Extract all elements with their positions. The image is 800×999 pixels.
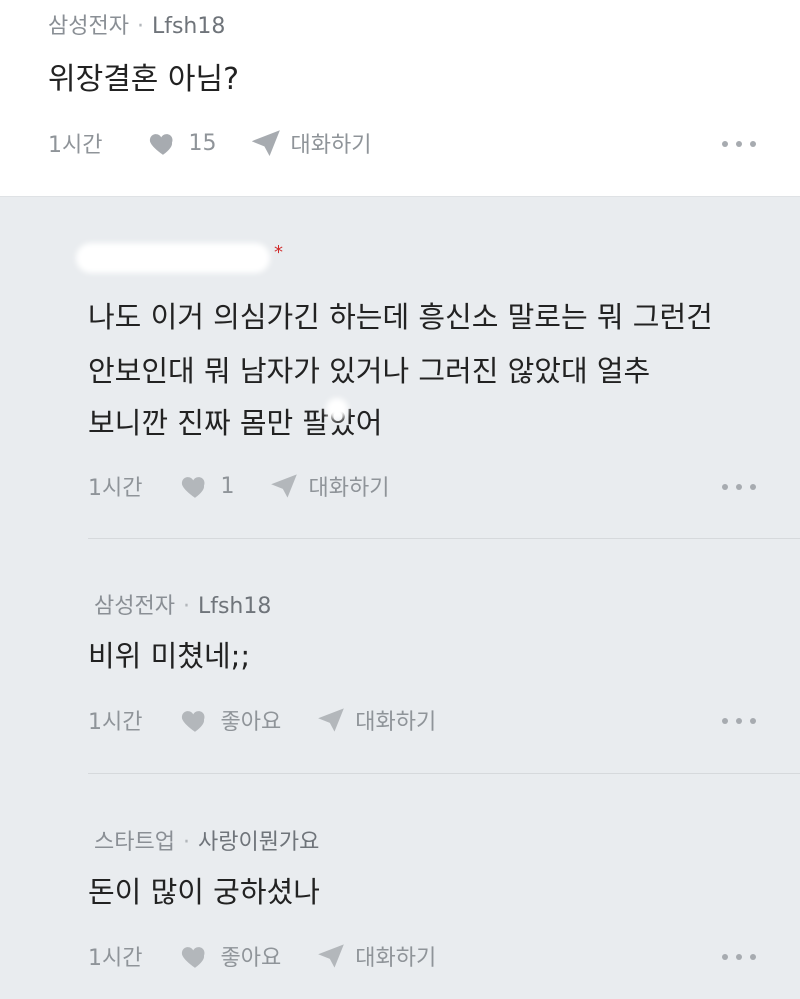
- more-dots-icon[interactable]: [722, 140, 756, 148]
- author-company: 삼성전자: [48, 14, 129, 39]
- comment-text: 위장결혼 아님?: [48, 62, 240, 97]
- reply-button[interactable]: 대화하기: [252, 127, 371, 159]
- reply-actions: 1시간 좋아요 대화하기: [88, 939, 472, 973]
- like-count: 15: [188, 130, 217, 156]
- like-count: 1: [220, 473, 235, 499]
- reply-time: 1시간: [88, 476, 143, 501]
- reply-label: 대화하기: [355, 946, 437, 971]
- reply-time: 1시간: [88, 710, 143, 735]
- reply-text-line: 나도 이거 의심가긴 하는데 흥신소 말로는 뭐 그런건: [88, 300, 713, 334]
- heart-icon: [150, 134, 173, 155]
- reply-text: 돈이 많이 궁하셨나: [88, 875, 320, 909]
- paper-plane-icon: [318, 708, 345, 732]
- separator-dot: ·: [136, 14, 144, 39]
- paper-plane-icon: [318, 944, 345, 968]
- reply-time: 1시간: [88, 946, 143, 971]
- comment-author[interactable]: 삼성전자 · Lfsh18: [48, 8, 225, 40]
- heart-icon: [182, 947, 205, 968]
- reply-actions: 1시간 1 대화하기: [88, 469, 425, 503]
- reply-label: 대화하기: [308, 476, 390, 501]
- reply-button[interactable]: 대화하기: [270, 470, 389, 502]
- like-button[interactable]: 15: [148, 130, 216, 156]
- author-company: 삼성전자: [94, 594, 175, 619]
- like-button[interactable]: 좋아요: [180, 704, 281, 736]
- reply-label: 대화하기: [355, 710, 437, 735]
- author-nickname: Lfsh18: [151, 14, 226, 39]
- reply-button[interactable]: 대화하기: [317, 940, 436, 972]
- reply-button[interactable]: 대화하기: [317, 704, 436, 736]
- more-dots-icon[interactable]: [722, 483, 756, 491]
- reply-label: 대화하기: [290, 133, 372, 158]
- divider: [88, 538, 800, 539]
- heart-icon: [182, 477, 205, 498]
- more-dots-icon[interactable]: [722, 717, 756, 725]
- paper-plane-icon: [271, 474, 298, 498]
- author-nickname: 사랑이뭔가요: [197, 830, 320, 855]
- like-label: 좋아요: [220, 946, 282, 971]
- author-company: 스타트업: [94, 830, 175, 855]
- like-button[interactable]: 좋아요: [180, 940, 281, 972]
- like-label: 좋아요: [220, 710, 282, 735]
- author-badge-icon: *: [274, 242, 283, 263]
- reply-text-line: 안보인대 뭐 남자가 있거나 그러진 않았대 얼추: [88, 354, 651, 388]
- reply-text: 비위 미쳤네;;: [88, 639, 251, 673]
- comment-actions: 1시간 15 대화하기: [48, 126, 407, 160]
- author-nickname: Lfsh18: [197, 594, 272, 619]
- comment-time: 1시간: [48, 133, 103, 158]
- separator-dot: ·: [182, 830, 190, 855]
- paper-plane-icon: [252, 130, 281, 156]
- reply-author[interactable]: 스타트업 · 사랑이뭔가요: [94, 824, 319, 856]
- like-button[interactable]: 1: [180, 473, 234, 499]
- reply-actions: 1시간 좋아요 대화하기: [88, 703, 472, 737]
- separator-dot: ·: [182, 594, 190, 619]
- main-comment: 삼성전자 · Lfsh18 위장결혼 아님? 1시간 15 대화하기: [0, 0, 800, 197]
- blurred-author: [76, 243, 270, 273]
- heart-icon: [182, 711, 205, 732]
- reply-author[interactable]: 삼성전자 · Lfsh18: [94, 588, 271, 620]
- redaction-smudge: [326, 398, 348, 420]
- divider: [88, 773, 800, 774]
- more-dots-icon[interactable]: [722, 953, 756, 961]
